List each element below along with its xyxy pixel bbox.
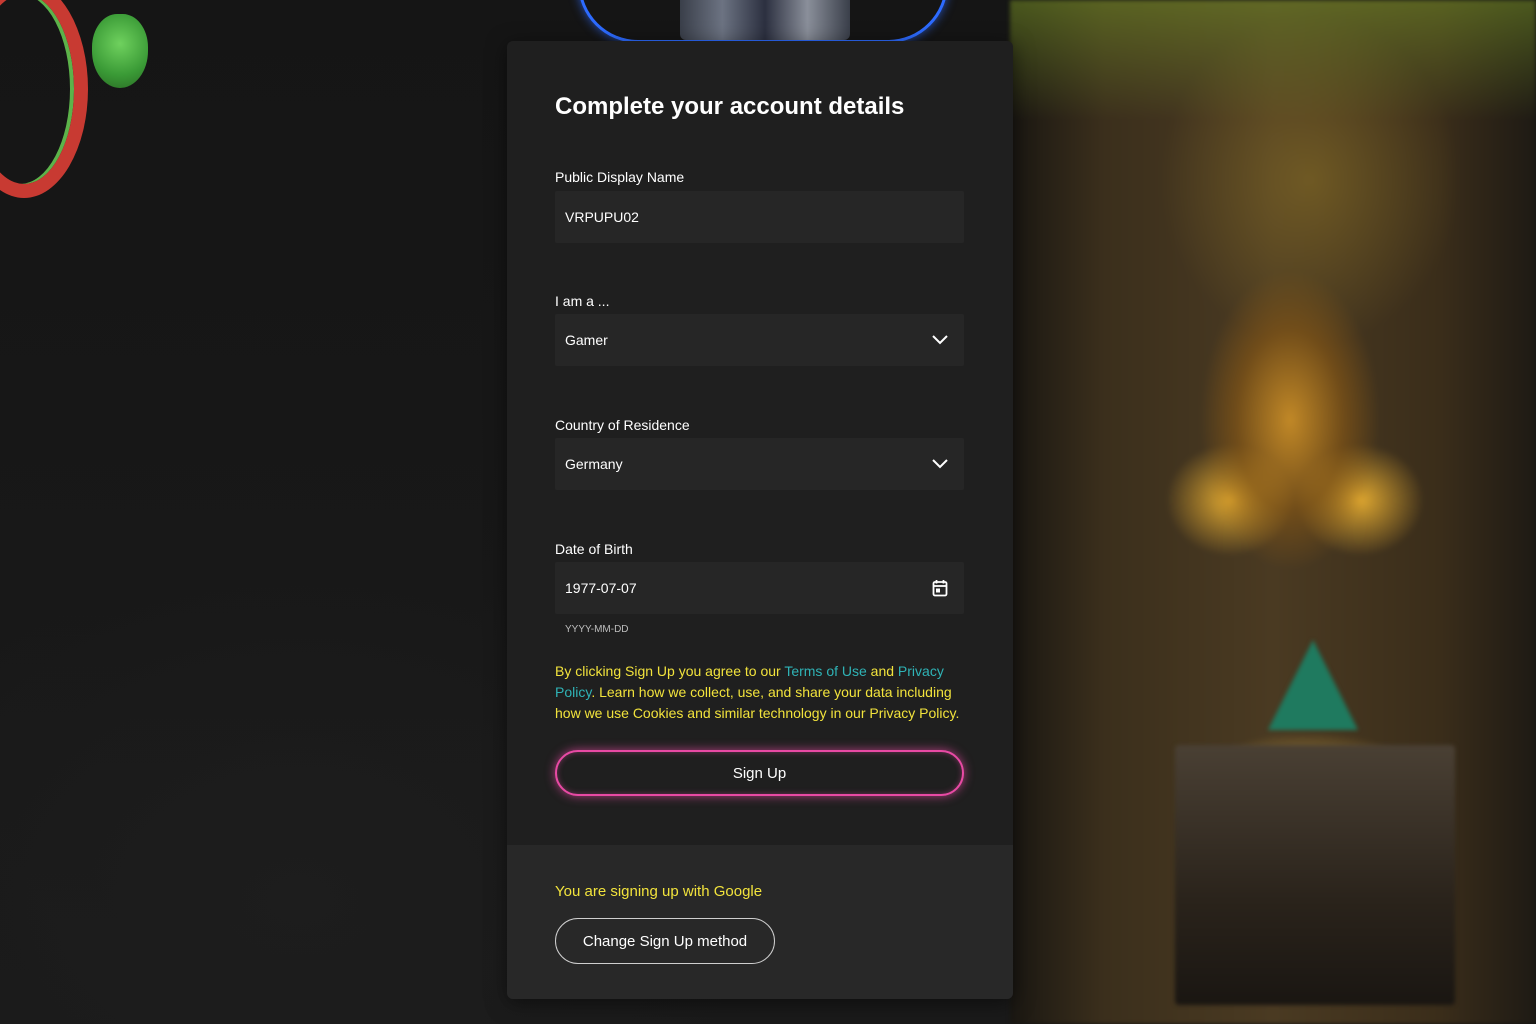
legal-text-2: and [866, 663, 898, 679]
calendar-icon[interactable] [926, 574, 954, 602]
sign-up-button[interactable]: Sign Up [555, 750, 964, 796]
display-name-label: Public Display Name [555, 169, 685, 185]
snake-head-art [92, 14, 148, 88]
legal-text-1: By clicking Sign Up you agree to our [555, 663, 785, 679]
avatar-image [680, 0, 850, 40]
display-name-input[interactable]: VRPUPU02 [555, 191, 964, 243]
page-title: Complete your account details [555, 93, 905, 120]
pedestal-art [1175, 745, 1455, 1005]
country-select[interactable]: Germany [555, 438, 964, 490]
pyramid-art [1268, 640, 1358, 730]
account-details-card: Complete your account details Public Dis… [507, 41, 1013, 999]
terms-of-use-link[interactable]: Terms of Use [784, 663, 866, 679]
display-name-value: VRPUPU02 [565, 209, 639, 225]
form-section: Complete your account details Public Dis… [507, 41, 1013, 845]
country-value: Germany [565, 456, 623, 472]
role-label: I am a ... [555, 293, 610, 309]
legal-notice: By clicking Sign Up you agree to our Ter… [555, 661, 960, 724]
dob-value: 1977-07-07 [565, 580, 637, 596]
chevron-down-icon[interactable] [926, 450, 954, 478]
dob-format-hint: YYYY-MM-DD [565, 624, 629, 635]
chevron-down-icon[interactable] [926, 326, 954, 354]
signup-method-section: You are signing up with Google Change Si… [507, 845, 1013, 999]
role-select[interactable]: Gamer [555, 314, 964, 366]
google-signup-note: You are signing up with Google [555, 883, 763, 900]
role-value: Gamer [565, 332, 608, 348]
change-signup-method-button[interactable]: Change Sign Up method [555, 918, 775, 964]
country-label: Country of Residence [555, 417, 690, 433]
legal-text-3: . Learn how we collect, use, and share y… [555, 684, 960, 721]
dob-label: Date of Birth [555, 541, 633, 557]
dob-input[interactable]: 1977-07-07 [555, 562, 964, 614]
